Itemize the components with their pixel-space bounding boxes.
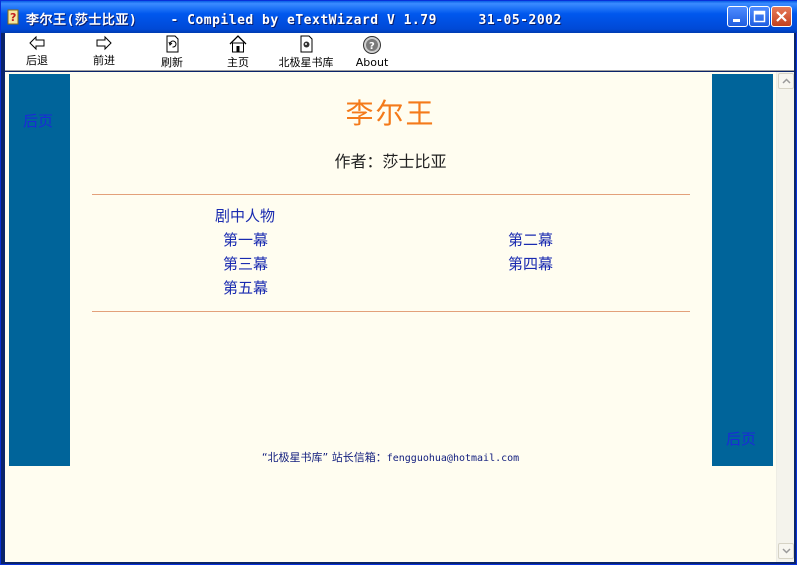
bottom-divider	[92, 311, 690, 312]
app-window: ? 李尔王(莎士比亚) - Compiled by eTextWizard V …	[0, 0, 797, 565]
home-label: 主页	[227, 56, 249, 69]
back-arrow-icon	[29, 35, 45, 51]
vertical-scrollbar[interactable]	[776, 72, 794, 562]
left-side-panel: 后页	[9, 74, 70, 466]
book-title: 李尔王	[345, 97, 436, 130]
forward-arrow-icon	[96, 35, 112, 51]
toolbar: 后退 前进 刷新 主页 北极星书库 ? About	[5, 33, 794, 71]
chevron-up-icon	[782, 78, 791, 84]
document-view: 后页 李尔王 作者：莎士比亚 剧中人物 第一幕 第二幕 第三幕 第四幕 第五幕 …	[5, 72, 794, 562]
footer-site-text: “北极星书库” 站长信箱：	[261, 451, 387, 464]
maximize-icon	[753, 10, 766, 23]
back-label: 后退	[26, 54, 48, 67]
right-next-page-link[interactable]: 后页	[726, 428, 756, 449]
toc-link-act-2[interactable]: 第二幕	[508, 229, 553, 250]
toc-link-act-5[interactable]: 第五幕	[223, 277, 268, 298]
window-title: 李尔王(莎士比亚) - Compiled by eTextWizard V 1.…	[26, 13, 562, 28]
top-divider	[92, 194, 690, 195]
refresh-label: 刷新	[161, 56, 183, 69]
svg-text:?: ?	[369, 41, 375, 52]
title-bar[interactable]: ? 李尔王(莎士比亚) - Compiled by eTextWizard V …	[1, 1, 797, 33]
about-icon: ?	[363, 36, 381, 54]
toc-link-characters[interactable]: 剧中人物	[215, 205, 275, 226]
forward-label: 前进	[93, 54, 115, 67]
minimize-icon	[733, 19, 740, 22]
footer: “北极星书库” 站长信箱：fengguohua@hotmail.com	[5, 449, 776, 465]
back-button[interactable]: 后退	[19, 33, 55, 71]
about-button[interactable]: ? About	[354, 33, 390, 71]
refresh-icon	[166, 35, 179, 53]
close-icon	[776, 11, 787, 22]
library-button[interactable]: 北极星书库	[273, 33, 339, 71]
svg-text:?: ?	[10, 11, 16, 24]
refresh-button[interactable]: 刷新	[154, 33, 190, 71]
forward-button[interactable]: 前进	[86, 33, 122, 71]
close-button[interactable]	[771, 6, 792, 27]
toc-link-act-1[interactable]: 第一幕	[223, 229, 268, 250]
library-icon	[300, 35, 313, 53]
right-side-panel: 后页	[712, 74, 773, 466]
book-author: 作者：莎士比亚	[334, 152, 447, 171]
scroll-up-button[interactable]	[778, 73, 794, 89]
toc-link-act-4[interactable]: 第四幕	[508, 253, 553, 274]
app-icon: ?	[7, 9, 19, 25]
scroll-down-button[interactable]	[778, 543, 794, 559]
toc-link-act-3[interactable]: 第三幕	[223, 253, 268, 274]
minimize-button[interactable]	[727, 6, 748, 27]
maximize-button[interactable]	[749, 6, 770, 27]
footer-email-link[interactable]: fengguohua@hotmail.com	[387, 453, 519, 464]
home-icon	[229, 35, 247, 53]
chevron-down-icon	[782, 548, 791, 554]
library-label: 北极星书库	[278, 56, 334, 69]
home-button[interactable]: 主页	[220, 33, 256, 71]
about-label: About	[355, 56, 389, 69]
